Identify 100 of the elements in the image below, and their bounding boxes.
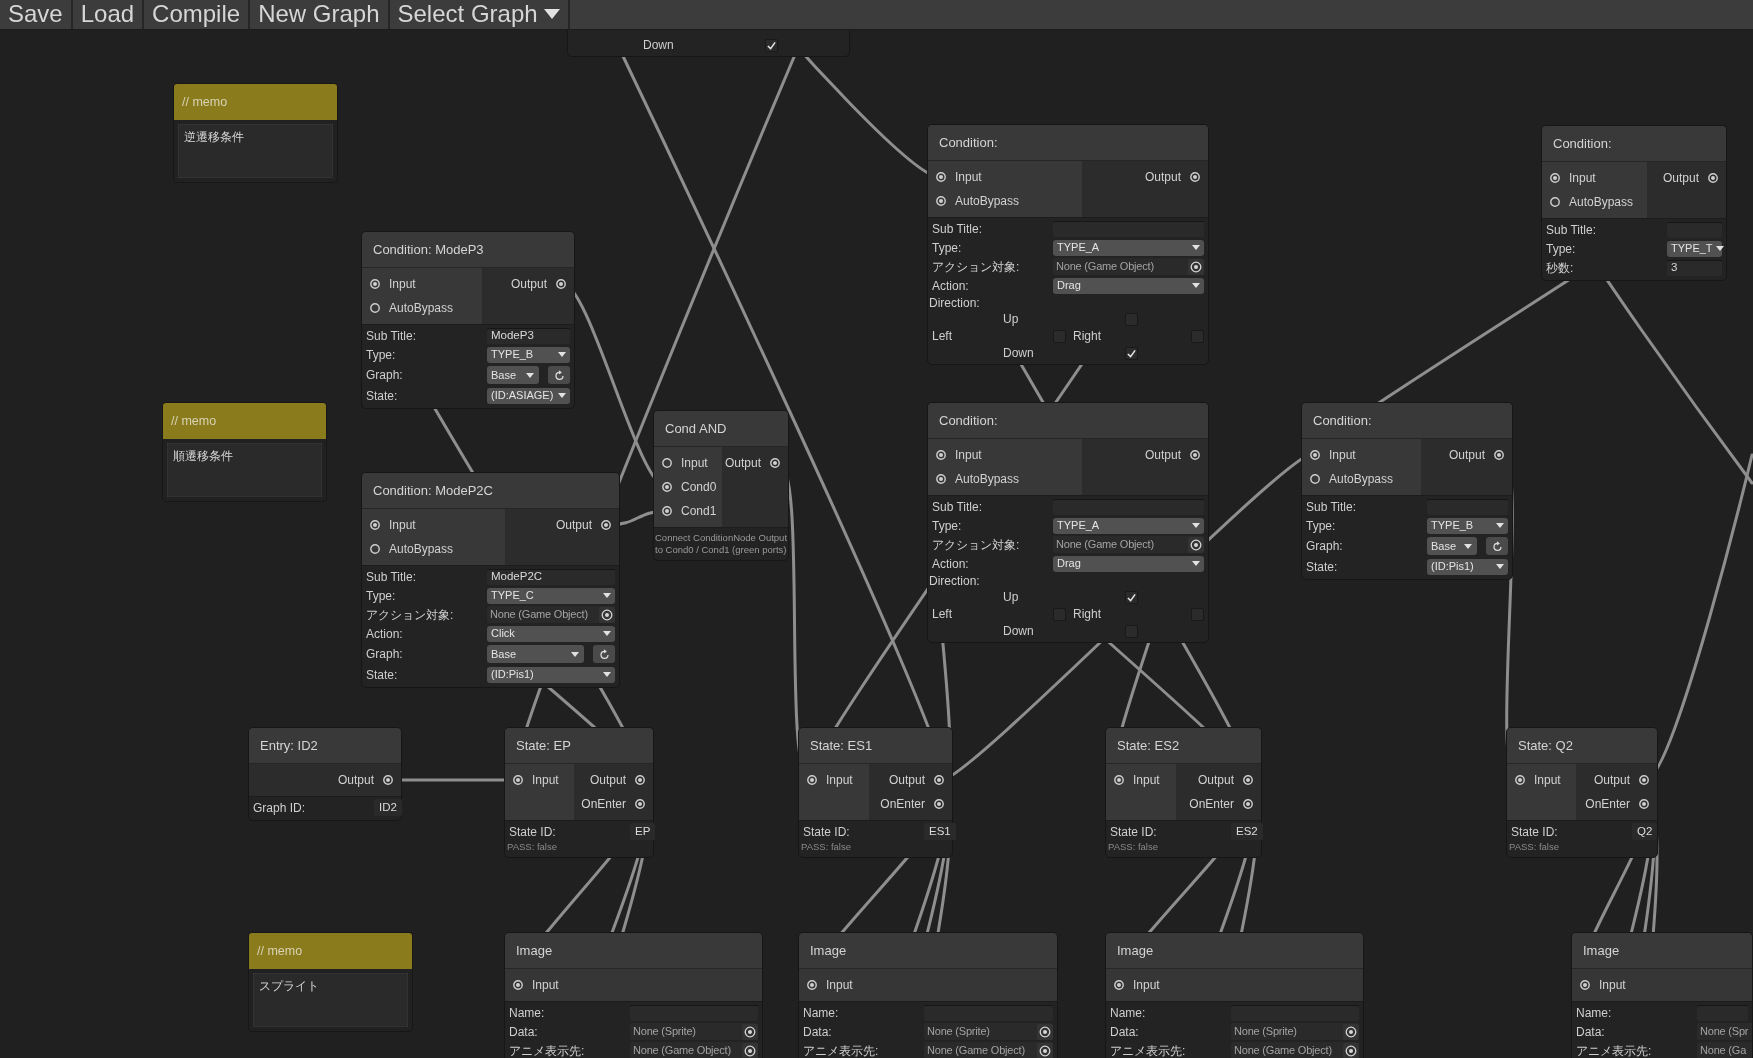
reset-button[interactable] [548, 366, 570, 384]
status-text: PASS: false [1509, 840, 1559, 855]
port-icon[interactable] [1310, 450, 1320, 460]
port-icon[interactable] [1580, 980, 1590, 990]
checkbox[interactable] [1125, 590, 1138, 604]
target-icon[interactable] [599, 606, 615, 623]
target-icon[interactable] [742, 1042, 758, 1058]
dropdown[interactable]: TYPE_B [487, 346, 570, 363]
id-field[interactable]: ES2 [1231, 823, 1263, 840]
field-label: Sub Title: [932, 220, 983, 238]
port-icon[interactable] [370, 520, 380, 530]
port-icon[interactable] [513, 775, 523, 785]
text-field[interactable]: 3 [1667, 259, 1722, 276]
object-field[interactable]: None (Game Object) [487, 606, 615, 623]
reset-button[interactable] [593, 645, 615, 663]
port-icon[interactable] [1550, 173, 1560, 183]
dropdown[interactable]: Drag [1053, 277, 1204, 294]
port-icon[interactable] [807, 775, 817, 785]
field-label: Right [1073, 328, 1101, 345]
port-icon[interactable] [635, 799, 645, 809]
dropdown[interactable]: TYPE_A [1053, 239, 1204, 256]
dropdown[interactable]: (ID:ASIAGE) [487, 387, 570, 404]
port-icon[interactable] [513, 980, 523, 990]
port-icon[interactable] [370, 279, 380, 289]
id-field[interactable]: ES1 [924, 823, 956, 840]
port-icon[interactable] [1639, 775, 1649, 785]
port-icon[interactable] [936, 172, 946, 182]
port-icon[interactable] [936, 474, 946, 484]
dropdown[interactable]: Drag [1053, 555, 1204, 572]
port-icon[interactable] [383, 775, 393, 785]
port-icon[interactable] [1494, 450, 1504, 460]
port-icon[interactable] [934, 799, 944, 809]
object-field[interactable]: None (Game Object) [1053, 258, 1204, 275]
port-icon[interactable] [936, 196, 946, 206]
dropdown[interactable]: (ID:Pis1) [1427, 558, 1508, 575]
field-label: アクション対象: [366, 606, 454, 624]
port-icon[interactable] [1708, 173, 1718, 183]
checkbox[interactable] [765, 38, 778, 52]
port-icon[interactable] [662, 506, 672, 516]
object-field[interactable]: None (Ga [1697, 1042, 1752, 1058]
memo-text-area[interactable]: 順遷移条件 [167, 443, 322, 497]
target-icon[interactable] [1188, 258, 1204, 275]
port-icon[interactable] [1114, 775, 1124, 785]
target-icon[interactable] [1343, 1023, 1359, 1040]
object-field[interactable]: None (Game Object) [924, 1042, 1053, 1058]
port-icon[interactable] [662, 482, 672, 492]
target-icon[interactable] [1037, 1023, 1053, 1040]
text-field[interactable]: ModeP2C [487, 568, 615, 585]
dropdown[interactable]: Click [487, 625, 615, 642]
port-icon[interactable] [1190, 172, 1200, 182]
graph-canvas[interactable] [0, 30, 1753, 1058]
dropdown[interactable]: Base [487, 366, 539, 384]
target-icon[interactable] [742, 1023, 758, 1040]
port-icon[interactable] [807, 980, 817, 990]
port-icon[interactable] [556, 279, 566, 289]
id-field[interactable]: Q2 [1632, 823, 1658, 840]
port-icon[interactable] [1310, 474, 1320, 484]
target-icon[interactable] [1037, 1042, 1053, 1058]
dropdown[interactable]: TYPE_T [1667, 240, 1722, 257]
port-icon[interactable] [770, 458, 780, 468]
object-field[interactable]: None (Sprite) [630, 1023, 758, 1040]
port-label: Cond1 [681, 503, 717, 520]
port-icon[interactable] [1243, 799, 1253, 809]
port-icon[interactable] [1243, 775, 1253, 785]
dropdown[interactable]: (ID:Pis1) [487, 666, 615, 683]
id-field[interactable]: EP [630, 823, 656, 840]
node-title: State: EP [516, 736, 571, 755]
port-icon[interactable] [635, 775, 645, 785]
port-icon[interactable] [1114, 980, 1124, 990]
checkbox[interactable] [1125, 346, 1138, 360]
dropdown[interactable]: Base [487, 645, 584, 663]
dropdown[interactable]: TYPE_A [1053, 517, 1204, 534]
object-field[interactable]: None (Sprite) [1231, 1023, 1359, 1040]
memo-text-area[interactable]: 逆遷移条件 [178, 124, 333, 178]
port-icon[interactable] [934, 775, 944, 785]
memo-text-area[interactable]: スプライト [253, 973, 408, 1027]
object-field[interactable]: None (Game Object) [1231, 1042, 1359, 1058]
port-icon[interactable] [1639, 799, 1649, 809]
target-icon[interactable] [1188, 536, 1204, 553]
port-icon[interactable] [601, 520, 611, 530]
object-field[interactable]: None (Game Object) [630, 1042, 758, 1058]
port-icon[interactable] [1550, 197, 1560, 207]
object-field[interactable]: None (Spr [1697, 1023, 1752, 1040]
port-icon[interactable] [1515, 775, 1525, 785]
id-field[interactable]: ID2 [374, 799, 402, 816]
field-label: Graph: [366, 367, 403, 384]
object-field[interactable]: None (Sprite) [924, 1023, 1053, 1040]
port-icon[interactable] [370, 544, 380, 554]
port-icon[interactable] [662, 458, 672, 468]
port-icon[interactable] [370, 303, 380, 313]
reset-button[interactable] [1486, 537, 1508, 555]
target-icon[interactable] [1343, 1042, 1359, 1058]
object-field[interactable]: None (Game Object) [1053, 536, 1204, 553]
text-field[interactable]: ModeP3 [487, 327, 570, 344]
dropdown[interactable]: TYPE_C [487, 587, 615, 604]
dropdown[interactable]: Base [1427, 537, 1477, 555]
dropdown[interactable]: TYPE_B [1427, 517, 1508, 534]
port-icon[interactable] [1190, 450, 1200, 460]
port-icon[interactable] [936, 450, 946, 460]
refresh-icon [553, 369, 565, 381]
